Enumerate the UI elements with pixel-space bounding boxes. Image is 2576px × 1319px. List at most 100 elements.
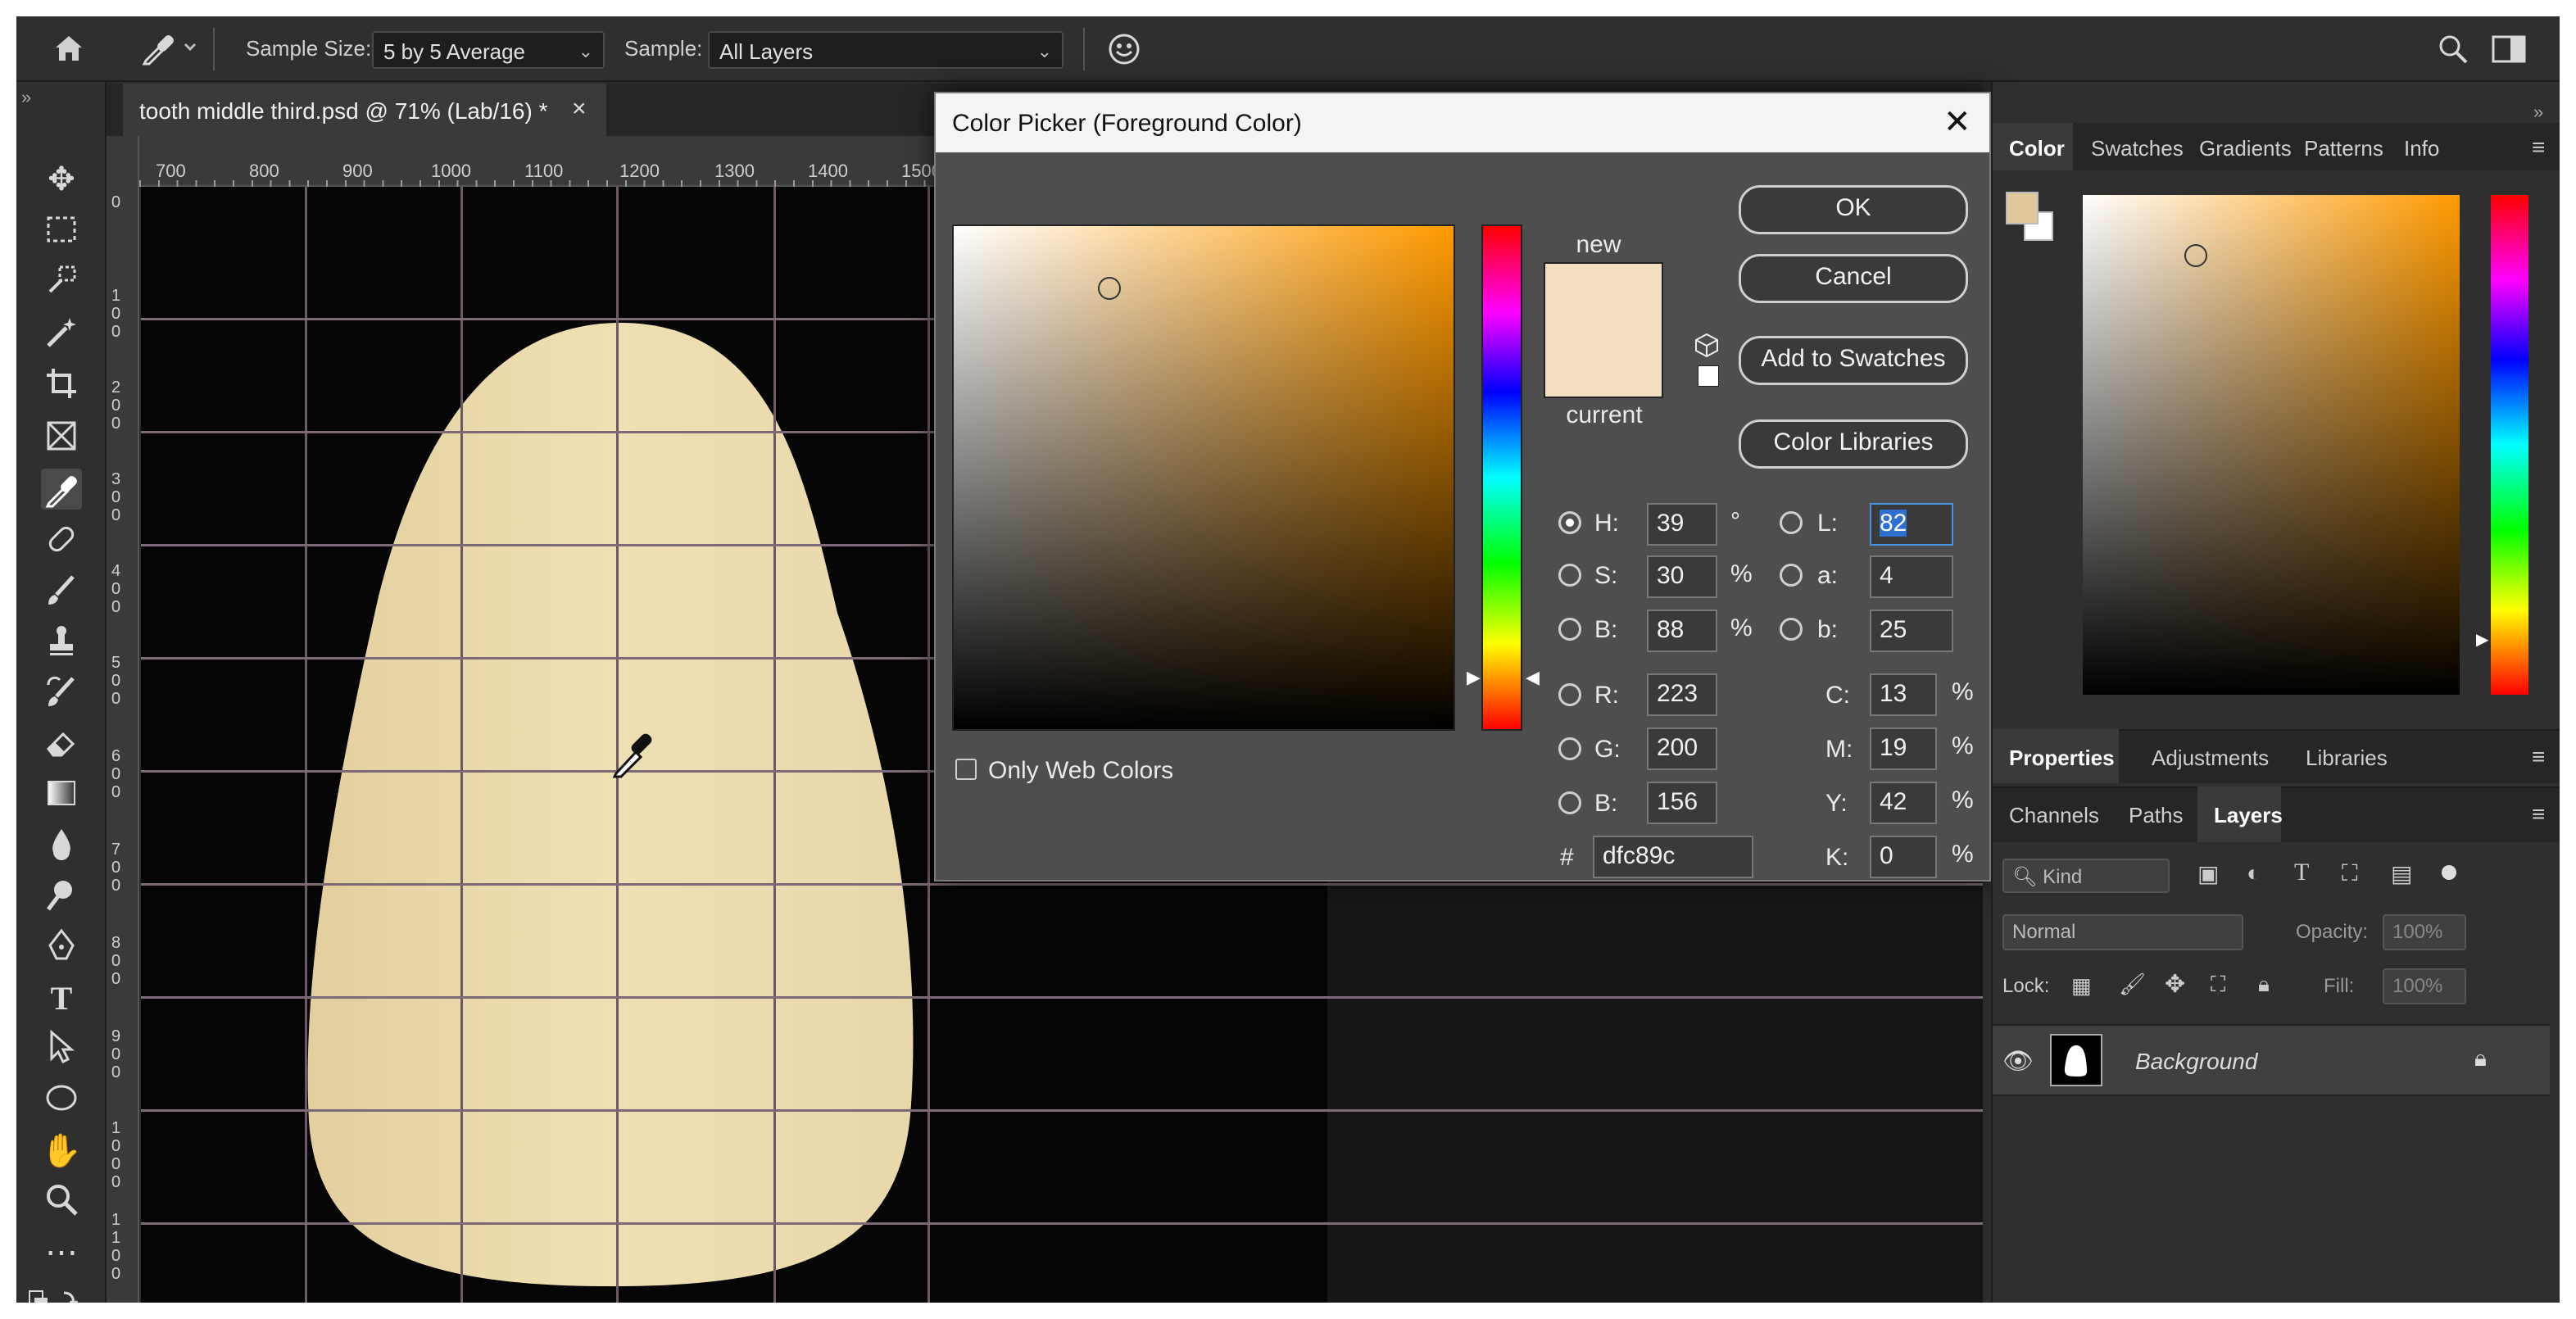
lightness-radio[interactable] (1780, 511, 1803, 534)
eyedropper-tool-icon[interactable] (41, 469, 82, 510)
healing-brush-tool-icon[interactable] (41, 521, 82, 562)
tab-properties[interactable]: Properties (2009, 746, 2115, 771)
new-current-swatch[interactable] (1544, 262, 1663, 398)
brush-tool-icon[interactable] (41, 572, 82, 613)
sample-dropdown[interactable]: All Layers ⌄ (708, 31, 1064, 69)
color-libraries-button[interactable]: Color Libraries (1739, 419, 1968, 469)
color-field-selector[interactable] (1098, 277, 1121, 300)
b-channel-field[interactable]: 25 (1870, 610, 1953, 652)
cancel-button[interactable]: Cancel (1739, 254, 1968, 303)
filter-toggle-icon[interactable] (2442, 865, 2456, 880)
color-panel-hue-slider[interactable] (2491, 195, 2528, 695)
hex-field[interactable]: dfc89c (1593, 836, 1753, 878)
tab-layers[interactable]: Layers (2214, 803, 2283, 828)
tab-info[interactable]: Info (2404, 136, 2439, 161)
collapse-panels-icon[interactable]: » (2533, 102, 2543, 123)
blue-radio[interactable] (1558, 791, 1581, 814)
gradient-tool-icon[interactable] (41, 775, 82, 816)
opacity-field[interactable]: 100% (2383, 914, 2466, 950)
tab-color[interactable]: Color (2009, 136, 2065, 161)
red-radio[interactable] (1558, 683, 1581, 706)
red-field[interactable]: 223 (1647, 673, 1717, 716)
more-tools-icon[interactable]: ⋯ (41, 1232, 82, 1273)
brightness-field[interactable]: 88 (1647, 610, 1717, 652)
path-selection-tool-icon[interactable] (41, 1029, 82, 1070)
blend-mode-dropdown[interactable]: Normal (2002, 914, 2243, 950)
home-icon[interactable] (51, 29, 87, 66)
adjustment-layer-filter-icon[interactable]: ◐ (2247, 860, 2261, 886)
cube-out-of-gamut-icon[interactable] (1694, 333, 1719, 358)
pixel-layer-filter-icon[interactable]: ▣ (2197, 860, 2219, 887)
tab-paths[interactable]: Paths (2129, 803, 2184, 828)
blue-field[interactable]: 156 (1647, 782, 1717, 824)
fill-field[interactable]: 100% (2383, 968, 2466, 1004)
workspace-icon[interactable] (2491, 33, 2527, 66)
zoom-tool-icon[interactable] (41, 1181, 82, 1222)
layer-filter-dropdown[interactable]: 🔍︎ Kind (2002, 859, 2170, 893)
clone-stamp-tool-icon[interactable] (41, 623, 82, 664)
tab-patterns[interactable]: Patterns (2304, 136, 2383, 161)
frame-tool-icon[interactable] (41, 418, 82, 459)
lock-artboard-icon[interactable]: ⛶ (2211, 972, 2225, 998)
color-panel-selector[interactable] (2184, 244, 2207, 267)
blur-tool-icon[interactable] (41, 826, 82, 867)
lightness-field[interactable]: 82 (1870, 503, 1953, 546)
lock-transparent-pixels-icon[interactable]: ▦ (2071, 973, 2092, 999)
magenta-field[interactable]: 19 (1870, 727, 1937, 770)
eye-visibility-icon[interactable]: 👁︎ (2002, 1047, 2034, 1076)
dodge-tool-icon[interactable] (41, 877, 82, 918)
hue-radio[interactable] (1558, 511, 1581, 534)
move-tool-icon[interactable]: ✥ (41, 159, 82, 200)
green-field[interactable]: 200 (1647, 727, 1717, 770)
hand-tool-icon[interactable]: ✋ (41, 1131, 82, 1172)
layer-row[interactable]: 👁︎ Background 🔒︎ (1993, 1024, 2550, 1096)
lock-position-icon[interactable]: ✥ (2165, 970, 2185, 999)
tab-channels[interactable]: Channels (2009, 803, 2099, 828)
type-layer-filter-icon[interactable]: T (2294, 859, 2309, 886)
lock-image-pixels-icon[interactable]: 🖌︎ (2119, 972, 2146, 997)
a-channel-field[interactable]: 4 (1870, 555, 1953, 598)
panel-menu-icon[interactable]: ≡ (2532, 744, 2545, 770)
black-field[interactable]: 0 (1870, 836, 1937, 878)
close-tab-icon[interactable]: × (572, 95, 587, 123)
hue-field[interactable]: 39 (1647, 503, 1717, 546)
only-web-colors-checkbox[interactable] (955, 759, 977, 780)
cyan-field[interactable]: 13 (1870, 673, 1937, 716)
web-safe-swatch[interactable] (1698, 365, 1719, 387)
pen-tool-icon[interactable] (41, 927, 82, 968)
green-radio[interactable] (1558, 737, 1581, 760)
sample-size-dropdown[interactable]: 5 by 5 Average ⌄ (372, 31, 605, 69)
hue-slider[interactable] (1481, 224, 1522, 731)
ok-button[interactable]: OK (1739, 185, 1968, 234)
hue-slider-handle-left[interactable]: ▶ (1467, 667, 1481, 688)
smart-object-filter-icon[interactable]: ▤ (2391, 860, 2412, 887)
shape-layer-filter-icon[interactable]: ⛶ (2342, 860, 2358, 887)
swap-colors-icon[interactable] (28, 1286, 93, 1303)
close-icon[interactable]: ✕ (1943, 103, 1971, 141)
b-channel-radio[interactable] (1780, 618, 1803, 641)
yellow-field[interactable]: 42 (1870, 782, 1937, 824)
hue-slider-handle-right[interactable]: ◀ (1526, 667, 1540, 688)
crop-tool-icon[interactable] (41, 365, 82, 406)
brightness-radio[interactable] (1558, 618, 1581, 641)
search-icon[interactable] (2437, 33, 2469, 66)
foreground-color-swatch[interactable] (2006, 192, 2039, 224)
color-field[interactable] (952, 224, 1455, 731)
tab-gradients[interactable]: Gradients (2199, 136, 2292, 161)
saturation-radio[interactable] (1558, 564, 1581, 587)
panel-menu-icon[interactable]: ≡ (2532, 801, 2545, 827)
a-channel-radio[interactable] (1780, 564, 1803, 587)
add-to-swatches-button[interactable]: Add to Swatches (1739, 336, 1968, 385)
collapse-toolbar-icon[interactable]: » (21, 87, 31, 108)
color-panel-field[interactable] (2083, 195, 2460, 695)
type-tool-icon[interactable]: T (41, 978, 82, 1019)
ellipse-tool-icon[interactable] (41, 1080, 82, 1121)
magic-wand-tool-icon[interactable] (41, 315, 82, 356)
tab-libraries[interactable]: Libraries (2306, 746, 2388, 771)
color-panel-hue-handle[interactable]: ▶ (2476, 629, 2488, 650)
panel-menu-icon[interactable]: ≡ (2532, 134, 2545, 161)
layer-name[interactable]: Background (2135, 1049, 2257, 1075)
lock-all-icon[interactable]: 🔒︎ (2258, 972, 2270, 998)
history-brush-tool-icon[interactable] (41, 673, 82, 714)
marquee-tool-icon[interactable] (41, 211, 82, 252)
